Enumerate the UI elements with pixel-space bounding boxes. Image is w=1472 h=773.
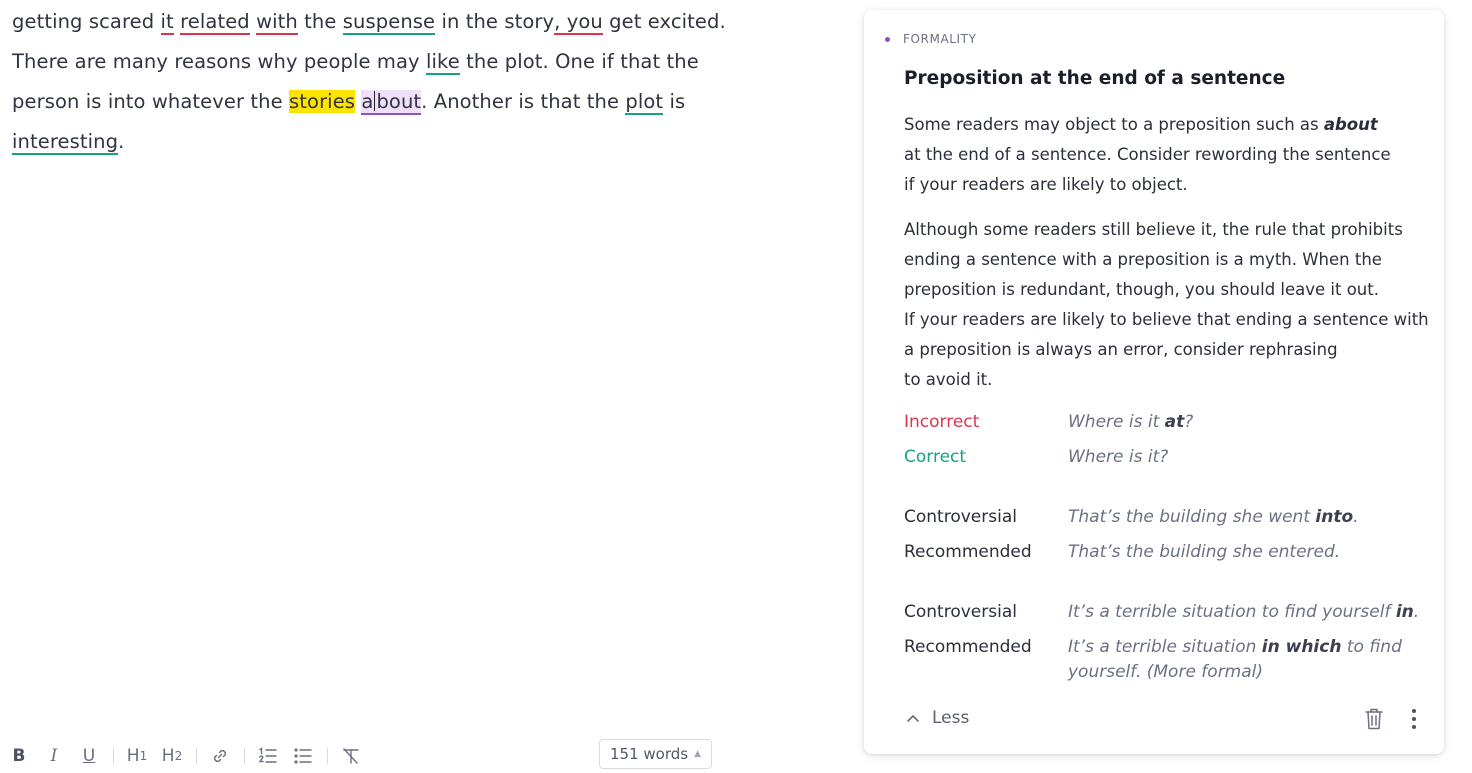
h2-letter: H [161,746,175,766]
emphasis-word: in which [1261,637,1342,657]
less-button[interactable]: Less [906,708,969,728]
example-text: It’s a terrible situation in which to fi… [1068,635,1408,685]
toolbar-divider [113,748,114,764]
italic-icon[interactable]: I [41,743,67,769]
h1-letter: H [126,746,140,766]
h2-level: 2 [174,749,183,763]
issue-word-suspense[interactable]: suspense [342,10,436,35]
less-label: Less [932,708,970,728]
text-line: Although some readers still believe it, … [904,220,1403,239]
emphasis-word: into [1315,507,1354,527]
clear-format-icon[interactable] [338,743,364,769]
editor-line-1: getting scared it related with the suspe… [12,2,772,42]
emphasis-word: in [1395,602,1414,622]
text-run: the plot. One if that the [459,50,699,73]
suggestion-category: FORMALITY [885,32,977,46]
text-run: a [361,90,374,113]
example-label: Correct [904,447,967,467]
example-label: Controversial [904,507,1017,527]
text-run: to find [1341,637,1402,657]
category-label: FORMALITY [903,32,977,46]
example-text: That’s the building she went into. [1068,505,1408,530]
document-editor[interactable]: getting scared it related with the suspe… [12,2,772,162]
text-run: There are many reasons why people may [12,50,426,73]
h1-level: 1 [139,749,148,763]
highlighted-word-stories[interactable]: stories [289,90,356,113]
example-label: Recommended [904,637,1032,657]
trash-icon[interactable] [1364,707,1384,735]
example-text: Where is it at? [1068,410,1408,435]
text-line: ending a sentence with a preposition is … [904,250,1382,269]
example-text: That’s the building she entered. [1068,542,1341,562]
emphasis-word: at [1164,412,1185,432]
underline-icon[interactable]: U [76,743,102,769]
text-run: bout [376,90,422,113]
h2-icon[interactable]: H2 [159,743,185,769]
text-line: a preposition is always an error, consid… [904,340,1338,359]
word-count-label: 151 words [610,745,689,763]
editor-line-3: person is into whatever the stories a bou… [12,82,772,122]
text-line: to avoid it. [904,370,993,389]
text-line: preposition is redundant, though, you sh… [904,280,1379,299]
text-line: If your readers are likely to believe th… [904,310,1429,329]
text-run: It’s a terrible situation [1068,637,1262,657]
text-run: person is into whatever the [12,90,290,113]
text-run: Where is it [1068,412,1165,432]
more-vertical-icon[interactable] [1409,707,1419,735]
explanation-paragraph-2: Although some readers still believe it, … [904,215,1434,395]
issue-word-related[interactable]: related [180,10,250,35]
emphasis-word: about [1323,115,1378,134]
toolbar-divider [327,748,328,764]
issue-word-you[interactable]: , you [554,10,603,35]
text-line: at the end of a sentence. Consider rewor… [904,145,1391,164]
text-run: getting scared [12,10,161,33]
text-run: get excited. [602,10,726,33]
issue-word-plot[interactable]: plot [625,90,664,115]
text-run: That’s the building she went [1068,507,1316,527]
category-dot-icon [885,36,890,42]
explanation-paragraph-1: Some readers may object to a preposition… [904,110,1434,200]
text-run: . [118,130,125,153]
word-count-button[interactable]: 151 words ▲ [599,739,713,769]
editor-line-4: interesting. [12,122,772,162]
example-text: It’s a terrible situation to find yourse… [1068,600,1419,625]
example-label: Controversial [904,602,1017,622]
suggestion-title: Preposition at the end of a sentence [904,68,1286,89]
issue-word-it[interactable]: it [160,10,174,35]
example-text: Where is it? [1068,447,1169,467]
caret-up-icon: ▲ [694,749,702,759]
text-line: Some readers may object to a preposition… [904,110,1434,140]
text-run: in the story [435,10,555,33]
toolbar-divider [244,748,245,764]
text-run: . [1413,602,1420,622]
bullet-list-icon[interactable] [290,743,316,769]
editor-line-2: There are many reasons why people may li… [12,42,772,82]
example-label: Recommended [904,542,1032,562]
chevron-up-icon [907,715,919,722]
text-run: Some readers may object to a preposition… [904,115,1324,134]
issue-word-with[interactable]: with [256,10,298,35]
text-line: if your readers are likely to object. [904,175,1188,194]
text-run: ? [1184,412,1194,432]
text-run: It’s a terrible situation to find yourse… [1068,602,1396,622]
h1-icon[interactable]: H1 [124,743,150,769]
issue-word-like[interactable]: like [426,50,460,75]
text-run: is [663,90,686,113]
toolbar-divider [196,748,197,764]
bold-icon[interactable]: B [6,743,32,769]
text-run: . Another is that the [421,90,626,113]
suggestion-card: FORMALITY Preposition at the end of a se… [864,10,1444,754]
issue-word-interesting[interactable]: interesting [12,130,119,155]
text-run: . [1353,507,1359,527]
format-toolbar: B I U H1 H2 [6,742,373,770]
numbered-list-icon[interactable] [255,743,281,769]
active-issue-word-about[interactable]: a bout [361,90,422,115]
example-label: Incorrect [904,412,980,432]
text-run: yourself. (More formal) [1068,662,1264,682]
text-run: the [297,10,343,33]
link-icon[interactable] [207,743,233,769]
